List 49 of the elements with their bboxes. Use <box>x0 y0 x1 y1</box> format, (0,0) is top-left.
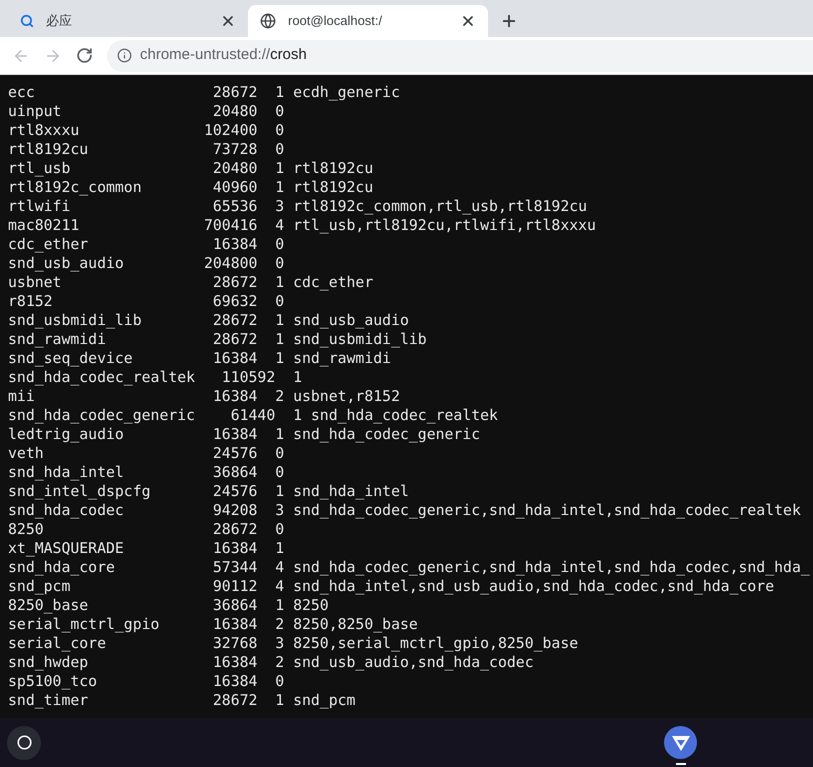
new-tab-icon[interactable] <box>500 12 518 30</box>
terminal-line: ledtrig_audio 16384 1 snd_hda_codec_generic <box>8 425 480 444</box>
terminal-line: rtl_usb 20480 1 rtl8192cu <box>8 159 374 178</box>
terminal-line: ecc 28672 1 ecdh_generic <box>8 83 400 102</box>
terminal-line: xt_MASQUERADE 16384 1 <box>8 539 284 558</box>
app-icon[interactable] <box>664 726 697 759</box>
terminal-line: r8152 69632 0 <box>8 292 284 311</box>
terminal-line: serial_mctrl_gpio 16384 2 8250,8250_base <box>8 615 418 634</box>
terminal-line: snd_intel_dspcfg 24576 1 snd_hda_intel <box>8 482 409 501</box>
launcher-button[interactable] <box>7 726 41 760</box>
search-icon <box>20 14 34 28</box>
terminal-line: snd_hda_codec_realtek 110592 1 <box>8 368 302 387</box>
circle-icon <box>16 735 32 750</box>
terminal-line: serial_core 32768 3 8250,serial_mctrl_gpio,8250_base <box>8 634 578 653</box>
terminal-line: snd_hda_intel 36864 0 <box>8 463 284 482</box>
terminal-line: rtlwifi 65536 3 rtl8192c_common,rtl_usb,rtl8192cu <box>8 197 588 216</box>
terminal-line: snd_rawmidi 28672 1 snd_usbmidi_lib <box>8 330 427 349</box>
globe-icon <box>260 13 276 29</box>
close-icon[interactable] <box>460 13 476 29</box>
terminal-line: mac80211 700416 4 rtl_usb,rtl8192cu,rtlwifi,rtl8xxxu <box>8 216 596 235</box>
running-indicator <box>676 763 686 765</box>
terminal-line: cdc_ether 16384 0 <box>8 235 284 254</box>
terminal-line: snd_hda_codec 94208 3 snd_hda_codec_generic,snd_hda_intel,snd_hda_codec_realtek <box>8 501 801 520</box>
terminal-line: uinput 20480 0 <box>8 102 284 121</box>
tab-title: 必应 <box>46 12 73 30</box>
terminal-line: snd_hda_core 57344 4 snd_hda_codec_generic,snd_hda_intel,snd_hda_codec,snd_hda_ <box>8 558 810 577</box>
url-text: chrome-untrusted://crosh <box>140 45 307 66</box>
terminal-line: rtl8192c_common 40960 1 rtl8192cu <box>8 178 374 197</box>
terminal-line: 8250 28672 0 <box>8 520 284 539</box>
terminal-line: snd_timer 28672 1 snd_pcm <box>8 691 356 710</box>
terminal-line: usbnet 28672 1 cdc_ether <box>8 273 374 292</box>
browser-tab[interactable]: root@localhost:/ <box>248 5 488 37</box>
terminal-line: snd_hda_codec_generic 61440 1 snd_hda_codec_realtek <box>8 406 498 425</box>
address-bar[interactable]: chrome-untrusted://crosh <box>107 40 813 72</box>
terminal-line: snd_seq_device 16384 1 snd_rawmidi <box>8 349 392 368</box>
terminal-line: mii 16384 2 usbnet,r8152 <box>8 387 400 406</box>
terminal-line: rtl8xxxu 102400 0 <box>8 121 284 140</box>
tab-title: root@localhost:/ <box>288 12 384 30</box>
terminal-line: snd_usbmidi_lib 28672 1 snd_usb_audio <box>8 311 409 330</box>
reload-icon[interactable] <box>76 47 93 64</box>
close-icon[interactable] <box>220 13 236 29</box>
terminal-line: veth 24576 0 <box>8 444 284 463</box>
terminal-line: snd_usb_audio 204800 0 <box>8 254 284 273</box>
terminal-line: snd_hwdep 16384 2 snd_usb_audio,snd_hda_codec <box>8 653 534 672</box>
terminal-line: snd_pcm 90112 4 snd_hda_intel,snd_usb_audio,snd_hda_codec,snd_hda_core <box>8 577 774 596</box>
terminal-line: 8250_base 36864 1 8250 <box>8 596 329 615</box>
info-icon <box>117 48 132 63</box>
terminal-line: rtl8192cu 73728 0 <box>8 140 284 159</box>
terminal-line: sp5100_tco 16384 0 <box>8 672 284 691</box>
